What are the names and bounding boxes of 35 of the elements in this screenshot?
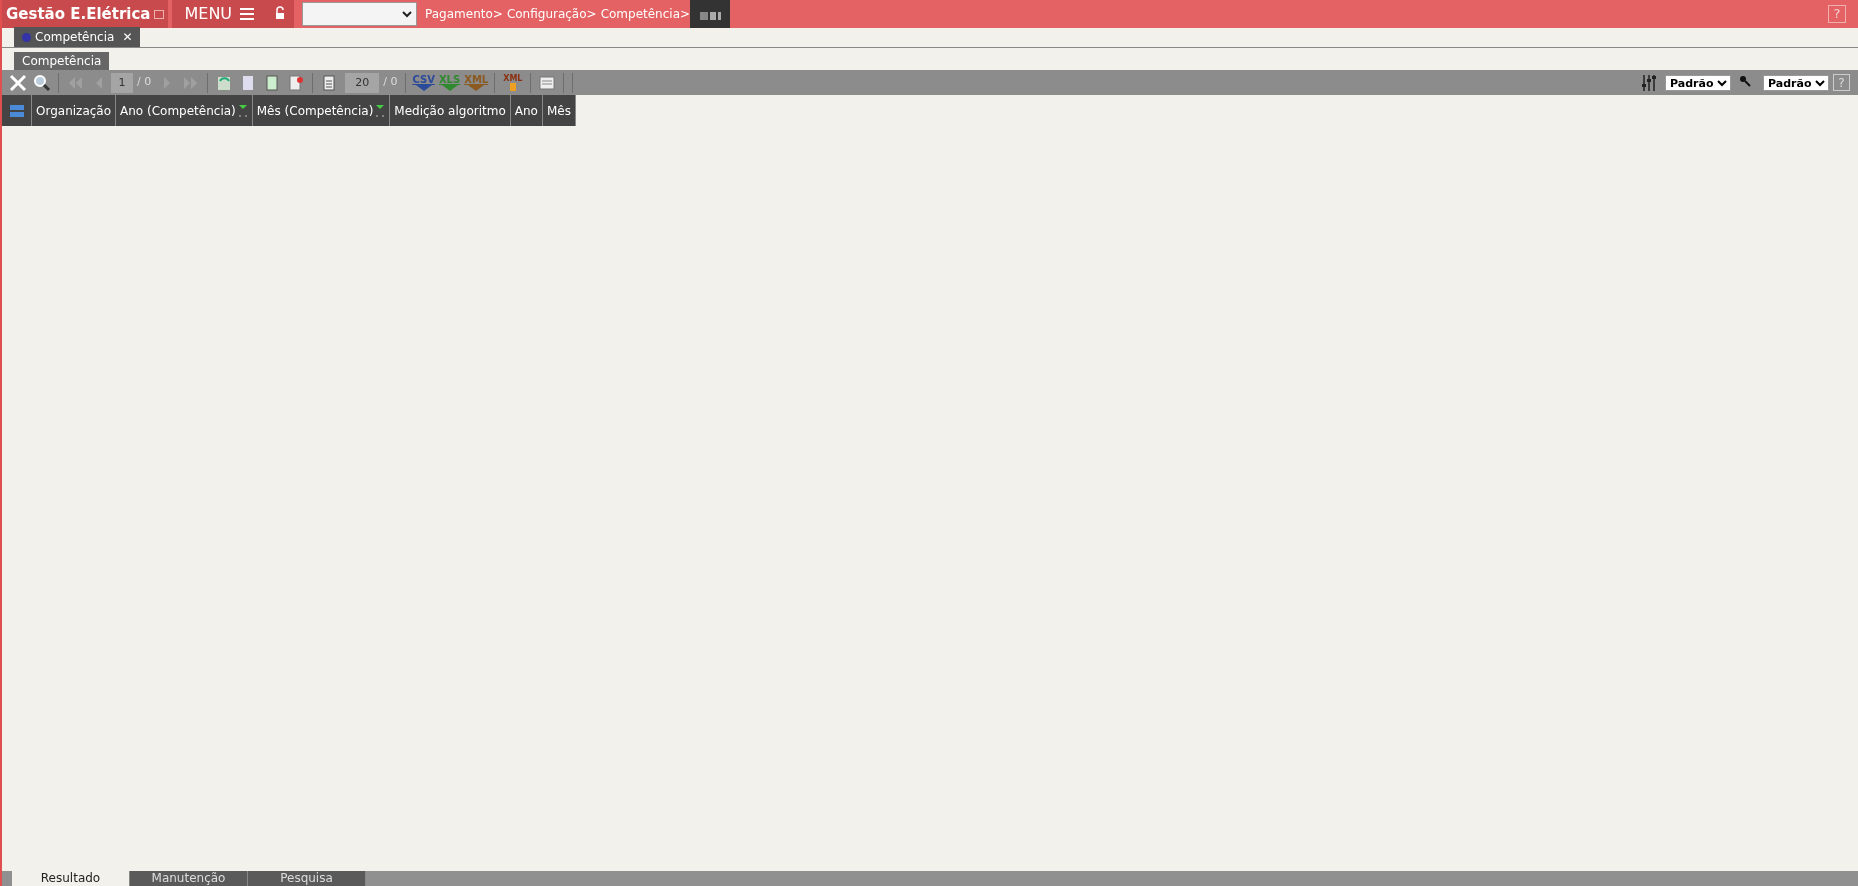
open-tab[interactable]: Competência ✕ <box>14 27 141 47</box>
sort-icon <box>375 103 386 118</box>
layout-select[interactable]: Padrão <box>1665 74 1731 91</box>
menu-icon <box>240 8 255 20</box>
sliders-icon[interactable] <box>1639 72 1659 93</box>
column-header[interactable]: Mês (Competência) <box>252 95 391 126</box>
sort-icon <box>237 103 248 118</box>
column-header[interactable]: Medição algoritmo <box>390 95 511 126</box>
breadcrumb-link[interactable]: Configuração> <box>506 5 597 23</box>
column-header[interactable]: Ano <box>510 95 543 126</box>
page-size-total: / 0 <box>383 74 398 91</box>
filter-select[interactable]: Padrão <box>1763 74 1829 91</box>
menu-button[interactable]: MENU <box>172 0 267 28</box>
close-icon: ✕ <box>122 28 133 46</box>
search-icon[interactable] <box>32 72 52 93</box>
list-icon <box>8 102 25 119</box>
dropdown-field[interactable] <box>302 2 418 26</box>
column-header[interactable]: Ano (Competência) <box>116 95 253 126</box>
bottom-tab[interactable]: Manutenção <box>130 871 248 886</box>
bottom-tab[interactable]: Resultado <box>12 871 130 886</box>
info-icon <box>22 32 31 42</box>
app-title-button[interactable]: Gestão E.Elétrica <box>2 0 169 28</box>
section-tab[interactable]: Competência <box>14 52 110 70</box>
chevron-icon <box>402 10 413 18</box>
bar-chart-icon <box>690 0 731 28</box>
lock-icon[interactable] <box>266 0 295 28</box>
page-size-field[interactable]: 20 <box>345 72 380 93</box>
window-icon <box>154 9 165 19</box>
column-header[interactable]: Organização <box>32 95 117 126</box>
column-header[interactable]: Mês <box>542 95 576 126</box>
page-total: / 0 <box>137 74 152 91</box>
bottom-tab[interactable]: Pesquisa <box>248 871 366 886</box>
breadcrumb-link[interactable]: Pagamento> <box>425 5 503 23</box>
page-field[interactable]: 1 <box>111 72 133 93</box>
breadcrumb-link[interactable]: Competência> <box>600 5 691 23</box>
